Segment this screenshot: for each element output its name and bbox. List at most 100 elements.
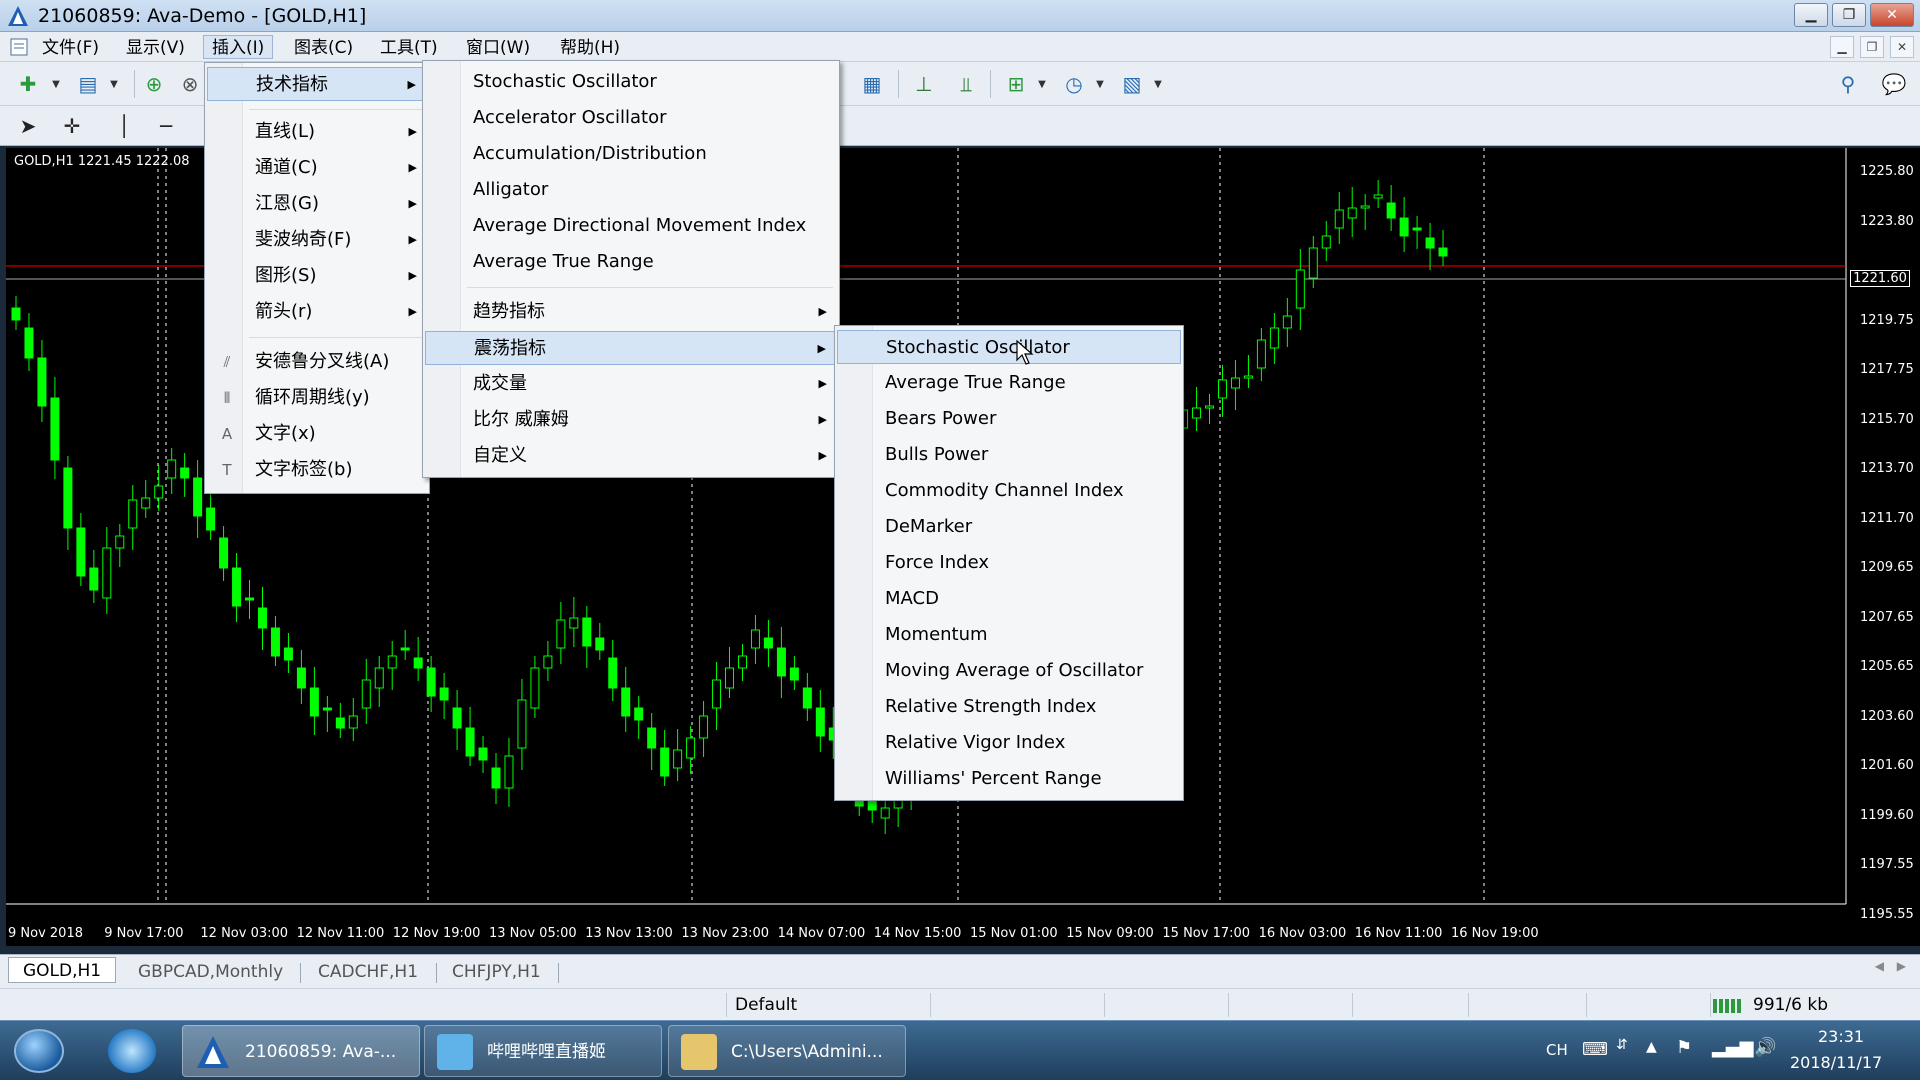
browser-icon[interactable] — [108, 1029, 156, 1073]
menu-item-lines[interactable]: 直线(L) ▶ — [207, 115, 427, 149]
action-center-icon[interactable]: ⚑ — [1676, 1037, 1692, 1058]
menu-item-volumes-group[interactable]: 成交量 ▶ — [425, 367, 837, 401]
menu-item-trend-group[interactable]: 趋势指标 ▶ — [425, 295, 837, 329]
menu-item-bill-williams-group[interactable]: 比尔 威廉姆 ▶ — [425, 403, 837, 437]
candle-body — [1192, 407, 1202, 419]
candle-body — [439, 687, 449, 701]
chevron-down-icon[interactable]: ▼ — [1144, 70, 1172, 98]
menu-charts[interactable]: 图表(C) — [286, 36, 361, 60]
tab-cadchf-h1[interactable]: CADCHF,H1 — [304, 959, 432, 985]
indicators-icon[interactable]: ⊞ — [1002, 70, 1030, 98]
time-tick-label: 16 Nov 11:00 — [1354, 926, 1443, 941]
menu-view[interactable]: 显示(V) — [118, 36, 193, 60]
clock-time[interactable]: 23:31 — [1818, 1027, 1864, 1046]
menu-item-accumulation[interactable]: Accumulation/Distribution — [425, 137, 837, 171]
menu-item-oscillator[interactable]: Williams' Percent Range — [837, 762, 1181, 796]
tab-chfjpy-h1[interactable]: CHFJPY,H1 — [438, 959, 555, 985]
menu-item-cycle-lines[interactable]: ⦀ 循环周期线(y) — [207, 381, 427, 415]
start-button[interactable] — [14, 1029, 64, 1073]
menu-item-oscillator[interactable]: Bulls Power — [837, 438, 1181, 472]
close-button[interactable]: ✕ — [1870, 3, 1914, 27]
taskbar-app-terminal[interactable]: 21060859: Ava-... — [182, 1025, 420, 1077]
crosshair-icon[interactable]: ✛ — [58, 112, 86, 140]
candle-body — [776, 647, 786, 677]
chat-icon[interactable]: 💬 — [1880, 70, 1908, 98]
child-restore-button[interactable]: ❐ — [1860, 36, 1884, 58]
horizontal-line-icon[interactable]: ─ — [152, 112, 180, 140]
templates-icon[interactable]: ▧ — [1118, 70, 1146, 98]
chevron-down-icon[interactable]: ▼ — [1086, 70, 1114, 98]
menu-file[interactable]: 文件(F) — [34, 36, 107, 60]
new-chart-icon[interactable]: ✚ — [14, 70, 42, 98]
scroll-left-icon[interactable]: ◀ — [1875, 959, 1884, 973]
menu-item-andrews-pitchfork[interactable]: ⫽ 安德鲁分叉线(A) — [207, 345, 427, 379]
keyboard-icon[interactable]: ⌨ — [1582, 1039, 1608, 1060]
menu-item-alligator[interactable]: Alligator — [425, 173, 837, 207]
periods-clock-icon[interactable]: ◷ — [1060, 70, 1088, 98]
menu-item-shapes[interactable]: 图形(S) ▶ — [207, 259, 427, 293]
language-indicator[interactable]: CH — [1546, 1041, 1568, 1059]
vertical-line-icon[interactable]: │ — [110, 112, 138, 140]
clock-date[interactable]: 2018/11/17 — [1790, 1053, 1882, 1072]
price-tick-label: 1215.70 — [1860, 411, 1914, 427]
menu-item-text-label[interactable]: T 文字标签(b) — [207, 453, 427, 487]
candle-body — [1256, 339, 1266, 369]
cursor-icon[interactable]: ➤ — [14, 112, 42, 140]
price-tick-label: 1195.55 — [1860, 906, 1914, 922]
menu-item-channels[interactable]: 通道(C) ▶ — [207, 151, 427, 185]
chevron-down-icon[interactable]: ▼ — [1028, 70, 1056, 98]
candle-body — [491, 767, 501, 789]
taskbar-app-bilibili[interactable]: 哔哩哔哩直播姬 — [424, 1025, 662, 1077]
menu-item-stochastic[interactable]: Stochastic Oscillator — [425, 65, 837, 99]
menu-item-accelerator[interactable]: Accelerator Oscillator — [425, 101, 837, 135]
chevron-down-icon[interactable]: ▼ — [42, 70, 70, 98]
menu-tools[interactable]: 工具(T) — [372, 36, 446, 60]
menu-insert[interactable]: 插入(I) — [203, 35, 274, 59]
menu-window[interactable]: 窗口(W) — [458, 36, 538, 60]
market-watch-icon[interactable]: ⊕ — [140, 70, 168, 98]
autoscroll-icon[interactable]: ⫫ — [952, 70, 980, 98]
menu-item-oscillator[interactable]: Relative Vigor Index — [837, 726, 1181, 760]
menu-item-oscillator[interactable]: MACD — [837, 582, 1181, 616]
time-tick-label: 16 Nov 03:00 — [1258, 926, 1347, 941]
menu-item-oscillators-group[interactable]: 震荡指标 ▶ — [425, 331, 837, 365]
menu-item-oscillator[interactable]: Force Index — [837, 546, 1181, 580]
chart-shift-icon[interactable]: ⊥ — [910, 70, 938, 98]
taskbar-app-explorer[interactable]: C:\Users\Admini... — [668, 1025, 906, 1077]
menu-item-atr[interactable]: Average True Range — [425, 245, 837, 279]
menu-item-oscillator[interactable]: Average True Range — [837, 366, 1181, 400]
candle-body — [154, 485, 164, 499]
menu-item-oscillator[interactable]: Relative Strength Index — [837, 690, 1181, 724]
menu-item-oscillator[interactable]: DeMarker — [837, 510, 1181, 544]
network-adapter-icon[interactable]: ⇵ — [1616, 1037, 1628, 1053]
volume-icon[interactable]: 🔊 — [1754, 1037, 1776, 1058]
menu-item-gann[interactable]: 江恩(G) ▶ — [207, 187, 427, 221]
menu-item-arrows[interactable]: 箭头(r) ▶ — [207, 295, 427, 329]
menu-item-oscillator[interactable]: Stochastic Oscillator — [837, 330, 1181, 364]
show-hidden-icons-icon[interactable]: ▲ — [1646, 1039, 1657, 1055]
menu-item-oscillator[interactable]: Moving Average of Oscillator — [837, 654, 1181, 688]
chevron-down-icon[interactable]: ▼ — [100, 70, 128, 98]
tile-windows-icon[interactable]: ▦ — [858, 70, 886, 98]
restore-button[interactable]: ❐ — [1832, 3, 1866, 27]
scroll-right-icon[interactable]: ▶ — [1897, 959, 1906, 973]
tab-gbpcad-monthly[interactable]: GBPCAD,Monthly — [124, 959, 297, 985]
child-minimize-button[interactable]: ▁ — [1830, 36, 1854, 58]
price-tick-label: 1209.65 — [1860, 560, 1914, 575]
menu-item-text[interactable]: A 文字(x) — [207, 417, 427, 451]
menu-help[interactable]: 帮助(H) — [552, 36, 628, 60]
child-close-button[interactable]: ✕ — [1890, 36, 1914, 58]
menu-item-oscillator[interactable]: Commodity Channel Index — [837, 474, 1181, 508]
menu-item-oscillator[interactable]: Momentum — [837, 618, 1181, 652]
menu-item-custom-group[interactable]: 自定义 ▶ — [425, 439, 837, 473]
menu-item-technical-indicators[interactable]: 技术指标 ▶ — [207, 67, 427, 101]
signal-icon[interactable]: ▂▄▆ — [1712, 1037, 1754, 1058]
menu-item-adx[interactable]: Average Directional Movement Index — [425, 209, 837, 243]
menu-item-oscillator[interactable]: Bears Power — [837, 402, 1181, 436]
tab-gold-h1[interactable]: GOLD,H1 — [8, 957, 117, 983]
menu-item-fibonacci[interactable]: 斐波纳奇(F) ▶ — [207, 223, 427, 257]
profiles-icon[interactable]: ▤ — [74, 70, 102, 98]
navigator-icon[interactable]: ⊗ — [176, 70, 204, 98]
search-icon[interactable]: ⚲ — [1834, 70, 1862, 98]
minimize-button[interactable]: ▁ — [1794, 3, 1828, 27]
